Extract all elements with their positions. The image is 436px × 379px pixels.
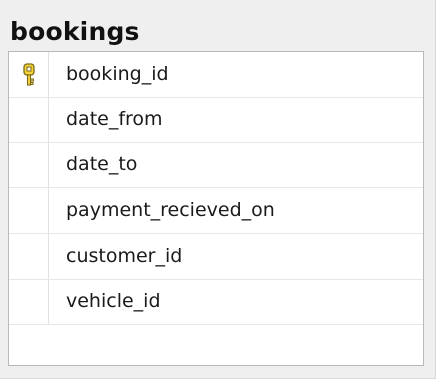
column-name: booking_id — [66, 63, 169, 85]
empty-key-cell — [9, 279, 49, 324]
primary-key-cell — [9, 52, 49, 97]
column-grid: booking_id date_from date_to payment_rec… — [8, 51, 424, 366]
empty-grid-area — [9, 325, 423, 365]
empty-key-cell — [9, 188, 49, 233]
table-entity-bookings[interactable]: bookings booking_id date_from date_to pa… — [0, 0, 436, 379]
column-row-date-to[interactable]: date_to — [9, 142, 423, 188]
column-name: date_from — [66, 108, 163, 130]
column-row-vehicle-id[interactable]: vehicle_id — [9, 279, 423, 325]
table-title: bookings — [10, 17, 140, 46]
column-name: date_to — [66, 153, 138, 175]
column-row-date-from[interactable]: date_from — [9, 97, 423, 143]
column-row-booking-id[interactable]: booking_id — [9, 52, 423, 98]
column-name: vehicle_id — [66, 290, 161, 312]
column-name: payment_recieved_on — [66, 199, 275, 221]
key-icon — [23, 62, 35, 86]
column-name: customer_id — [66, 245, 183, 267]
empty-key-cell — [9, 234, 49, 279]
empty-key-cell — [9, 142, 49, 187]
column-row-payment-recieved-on[interactable]: payment_recieved_on — [9, 188, 423, 234]
column-row-customer-id[interactable]: customer_id — [9, 234, 423, 280]
empty-key-cell — [9, 97, 49, 142]
